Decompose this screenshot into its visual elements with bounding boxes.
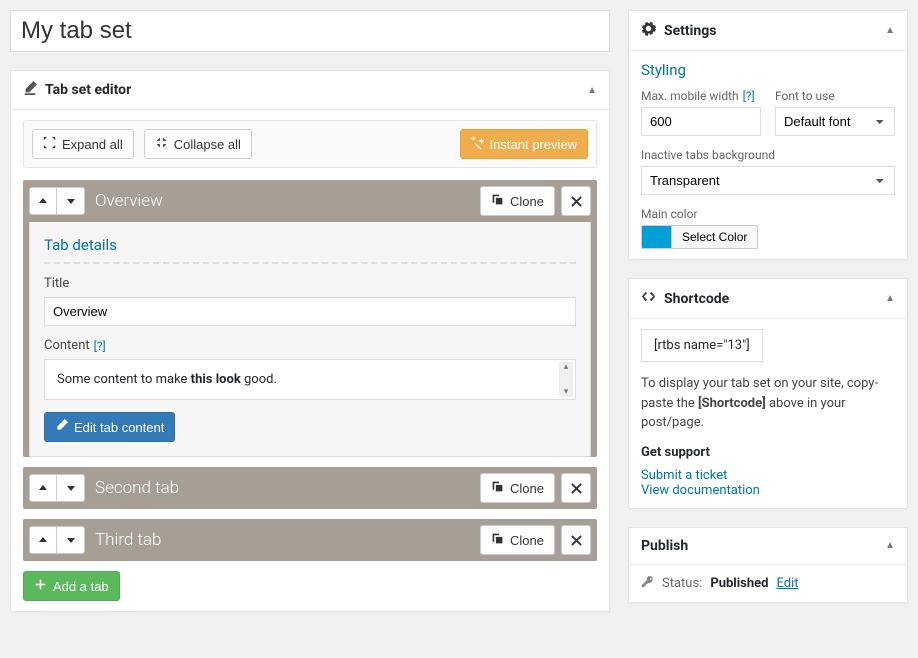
tab-details: Tab details Title Content [?] Some conte… [29,222,591,457]
collapse-all-label: Collapse all [174,137,241,152]
get-support-heading: Get support [641,445,895,460]
expand-all-button[interactable]: Expand all [32,129,134,159]
inactive-bg-select[interactable]: Transparent [641,166,895,195]
pencil-icon [55,419,68,435]
tab-name[interactable]: Overview [95,191,470,211]
key-icon [641,575,654,592]
clone-icon [491,532,504,548]
content-text: Some content to make this look good. [57,372,277,387]
mobile-width-input[interactable] [641,107,761,136]
tab-title-input[interactable] [44,297,576,326]
move-up-button[interactable] [29,526,57,554]
shortcode-code[interactable]: [rtbs name="13"] [641,329,763,362]
instant-preview-label: Instant preview [490,137,577,152]
collapse-all-button[interactable]: Collapse all [144,129,252,159]
publish-panel: Publish ▲ Status: Published Edit [628,527,908,603]
content-preview[interactable]: Some content to make this look good. ▴▾ [44,359,576,400]
edit-content-label: Edit tab content [74,420,164,435]
edit-status-link[interactable]: Edit [776,576,798,591]
scroll-down-icon: ▾ [564,387,569,397]
clone-label: Clone [510,481,544,496]
styling-heading: Styling [641,61,895,79]
editor-toolbar: Expand all Collapse all Instant preview [23,120,597,168]
tab-details-heading: Tab details [44,236,576,264]
move-down-button[interactable] [57,474,85,502]
move-down-button[interactable] [57,526,85,554]
shortcode-help-text: To display your tab set on your site, co… [641,374,895,433]
edit-tab-content-button[interactable]: Edit tab content [44,412,175,442]
content-field-label: Content [44,338,90,353]
collapse-panel-icon[interactable]: ▲ [885,293,895,304]
mobile-width-label: Max. mobile width [641,89,739,103]
pencil-icon [23,81,37,99]
tab-item: Second tab Clone [23,467,597,509]
gear-icon [641,21,656,40]
content-help-link[interactable]: [?] [94,339,106,353]
collapse-icon [155,136,168,152]
add-tab-label: Add a tab [53,579,109,594]
clone-label: Clone [510,533,544,548]
settings-panel: Settings ▲ Styling Max. mobile width [?] [628,10,908,260]
submit-ticket-link[interactable]: Submit a ticket [641,468,727,483]
delete-tab-button[interactable] [561,473,591,503]
font-select[interactable]: Default font [775,107,895,136]
delete-tab-button[interactable] [561,525,591,555]
scroll-up-icon: ▴ [564,362,569,372]
move-down-button[interactable] [57,187,85,215]
move-up-button[interactable] [29,187,57,215]
collapse-panel-icon[interactable]: ▲ [885,25,895,36]
editor-heading: Tab set editor [23,81,131,99]
font-label: Font to use [775,89,895,103]
editor-heading-text: Tab set editor [45,82,131,98]
inactive-bg-label: Inactive tabs background [641,148,895,162]
publish-heading: Publish [641,538,688,554]
settings-heading: Settings [641,21,716,40]
select-color-button[interactable]: Select Color [671,225,758,249]
instant-preview-button[interactable]: Instant preview [460,129,588,159]
tab-name[interactable]: Second tab [95,478,470,498]
mobile-width-help[interactable]: [?] [743,89,755,103]
tab-set-editor-panel: Tab set editor ▲ Expand all Collapse all [10,70,610,612]
tabset-title-input[interactable] [10,10,610,52]
clone-tab-button[interactable]: Clone [480,473,555,503]
shortcode-panel: Shortcode ▲ [rtbs name="13"] To display … [628,278,908,509]
tab-item: Overview Clone Tab details Title [23,180,597,457]
status-label: Status: [662,576,702,591]
plus-icon [34,578,47,594]
clone-tab-button[interactable]: Clone [480,186,555,216]
color-swatch [641,225,671,249]
tab-item: Third tab Clone [23,519,597,561]
wand-icon [471,136,484,152]
tab-name[interactable]: Third tab [95,530,470,550]
settings-heading-text: Settings [664,23,716,39]
title-field-label: Title [44,276,576,291]
expand-icon [43,136,56,152]
view-docs-link[interactable]: View documentation [641,483,760,498]
clone-icon [491,193,504,209]
collapse-panel-icon[interactable]: ▲ [587,85,597,96]
status-value: Published [710,576,768,591]
delete-tab-button[interactable] [561,186,591,216]
clone-label: Clone [510,194,544,209]
collapse-panel-icon[interactable]: ▲ [885,540,895,551]
main-color-label: Main color [641,207,895,221]
content-scrollbar[interactable]: ▴▾ [559,362,573,397]
add-tab-button[interactable]: Add a tab [23,571,120,601]
shortcode-heading: Shortcode [641,289,729,308]
move-up-button[interactable] [29,474,57,502]
code-icon [641,289,656,308]
shortcode-heading-text: Shortcode [664,291,729,307]
clone-icon [491,480,504,496]
clone-tab-button[interactable]: Clone [480,525,555,555]
expand-all-label: Expand all [62,137,123,152]
